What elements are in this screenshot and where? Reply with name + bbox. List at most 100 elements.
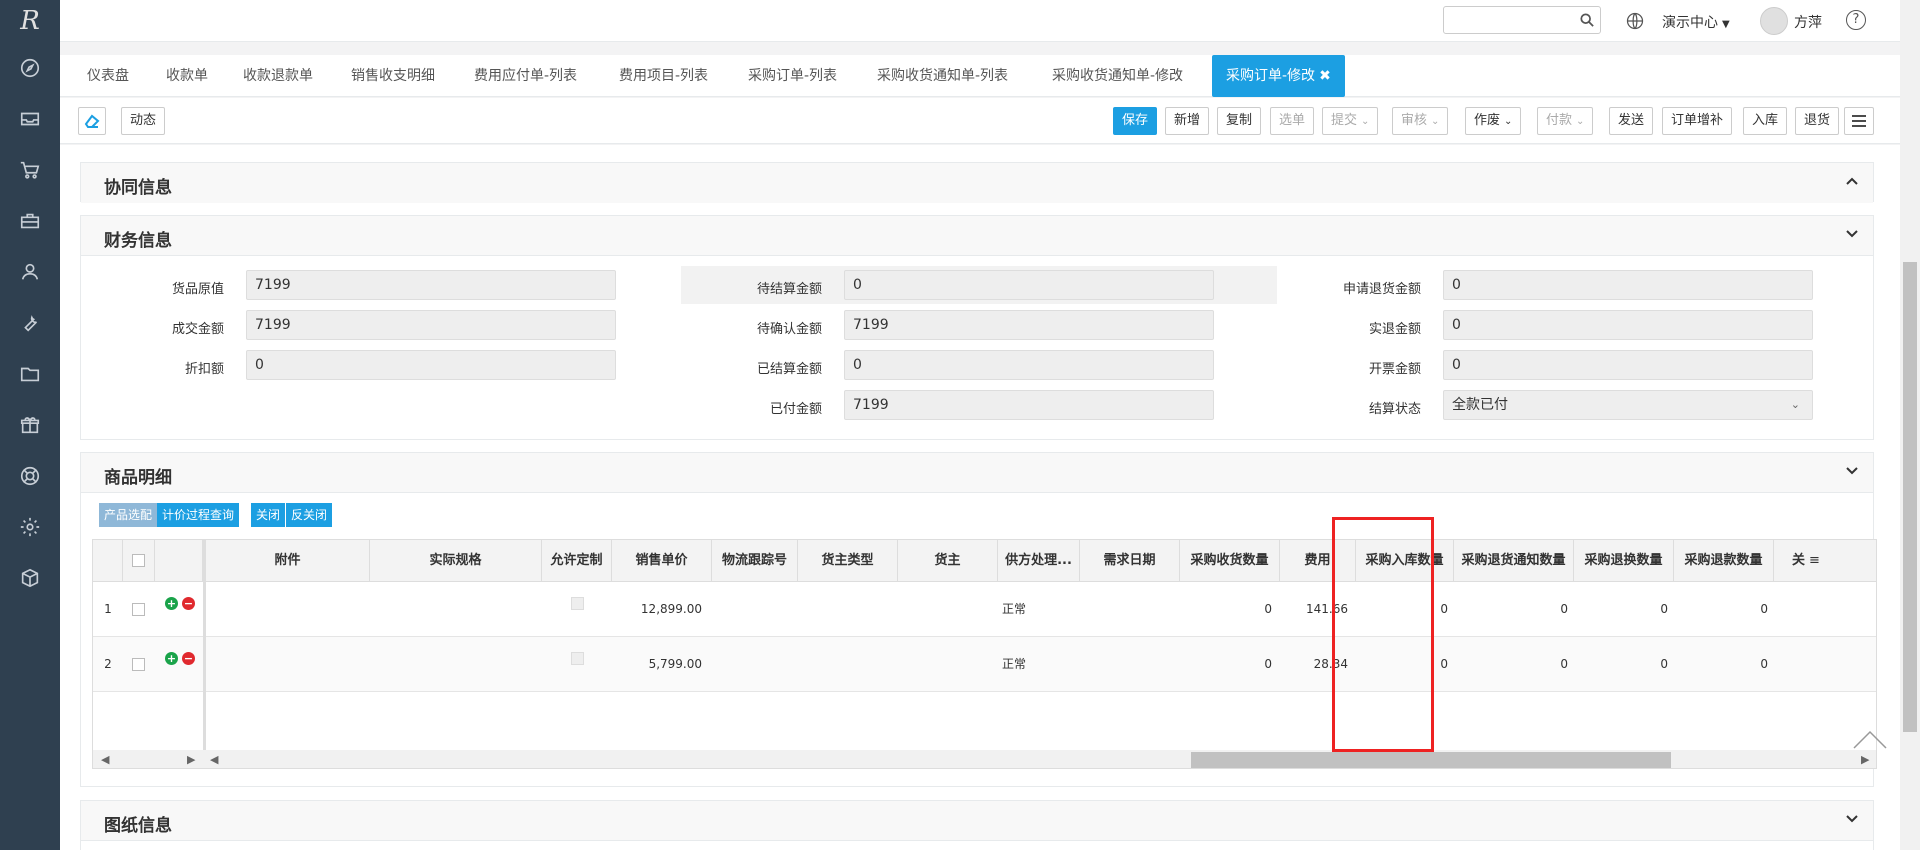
add-row-icon[interactable]: +	[165, 597, 178, 610]
exchange-qty-cell[interactable]: 0	[1574, 582, 1668, 637]
close-icon[interactable]: ✖	[1319, 68, 1331, 84]
col-header[interactable]: 实际规格	[370, 540, 542, 582]
chevron-down-icon[interactable]	[1845, 812, 1859, 826]
col-header[interactable]: 采购退货通知数量	[1454, 540, 1574, 582]
scroll-right-icon[interactable]: ▶	[1861, 753, 1869, 766]
tab-sales-detail[interactable]: 销售收支明细	[351, 55, 435, 97]
dynamic-button[interactable]: 动态	[121, 107, 166, 135]
select-all-checkbox[interactable]	[132, 554, 145, 567]
horizontal-scrollbar[interactable]: ◀ ▶ ◀ ▶	[93, 750, 1876, 768]
send-button[interactable]: 发送	[1609, 107, 1654, 135]
center-menu[interactable]: 演示中心 ▼	[1662, 12, 1730, 32]
row-checkbox[interactable]	[132, 603, 145, 616]
return-request-amount-field[interactable]: 0	[1443, 270, 1813, 300]
gift-icon[interactable]	[0, 399, 60, 450]
column-menu-icon[interactable]: ≡	[1809, 553, 1820, 568]
page-vertical-scrollbar[interactable]	[1900, 0, 1920, 850]
table-row[interactable]: 1 + − 12,899.00 正常 0 141.66 0 0 0 0	[93, 582, 1876, 637]
select-button[interactable]: 选单	[1270, 107, 1315, 135]
gear-icon[interactable]	[0, 501, 60, 552]
void-dropdown[interactable]: 作废 ⌄	[1465, 107, 1522, 135]
actual-refund-field[interactable]: 0	[1443, 310, 1813, 340]
col-header[interactable]: 货主类型	[798, 540, 898, 582]
col-header[interactable]: 物流跟踪号	[712, 540, 798, 582]
tab-receipt-notice-list[interactable]: 采购收货通知单-列表	[877, 55, 1008, 97]
collab-panel-header[interactable]: 协同信息	[81, 163, 1873, 203]
pending-confirm-field[interactable]: 7199	[844, 310, 1214, 340]
goods-original-value-field[interactable]: 7199	[246, 270, 616, 300]
refund-qty-cell[interactable]: 0	[1674, 582, 1768, 637]
received-qty-cell[interactable]: 0	[1180, 582, 1272, 637]
tab-receipt[interactable]: 收款单	[166, 55, 208, 97]
submit-dropdown[interactable]: 提交 ⌄	[1322, 107, 1379, 135]
tab-dashboard[interactable]: 仪表盘	[87, 55, 129, 97]
user-icon[interactable]	[0, 246, 60, 297]
search-input[interactable]	[1443, 6, 1601, 34]
app-logo[interactable]: R	[0, 0, 60, 42]
return-button[interactable]: 退货	[1795, 107, 1840, 135]
payment-dropdown[interactable]: 付款 ⌄	[1537, 107, 1594, 135]
pending-settlement-field[interactable]: 0	[844, 270, 1214, 300]
copy-button[interactable]: 复制	[1217, 107, 1262, 135]
add-button[interactable]: 新增	[1165, 107, 1210, 135]
drawings-panel-header[interactable]: 图纸信息	[81, 801, 1873, 841]
col-header[interactable]: 关 ≡	[1774, 540, 1876, 582]
chevron-down-icon[interactable]	[1845, 464, 1859, 478]
col-header[interactable]: 销售单价	[612, 540, 712, 582]
sale-price-cell[interactable]: 12,899.00	[612, 582, 702, 637]
received-qty-cell[interactable]: 0	[1180, 637, 1272, 692]
lifebuoy-icon[interactable]	[0, 450, 60, 501]
col-header[interactable]: 供方处理...	[998, 540, 1080, 582]
warehouse-in-button[interactable]: 入库	[1743, 107, 1788, 135]
eraser-button[interactable]	[78, 107, 106, 135]
tab-receipt-notice-edit[interactable]: 采购收货通知单-修改	[1052, 55, 1183, 97]
settlement-status-select[interactable]: 全款已付 ⌄	[1443, 390, 1813, 420]
delete-row-icon[interactable]: −	[182, 597, 195, 610]
scrollbar-thumb[interactable]	[1903, 262, 1917, 732]
back-to-top-icon[interactable]	[1852, 728, 1888, 752]
scroll-left-icon[interactable]: ◀	[101, 753, 109, 766]
invoice-amount-field[interactable]: 0	[1443, 350, 1813, 380]
audit-dropdown[interactable]: 审核 ⌄	[1392, 107, 1449, 135]
col-header[interactable]: 采购退款数量	[1674, 540, 1774, 582]
supplier-status-cell[interactable]: 正常	[1002, 582, 1080, 637]
supplier-status-cell[interactable]: 正常	[1002, 637, 1080, 692]
goods-panel-header[interactable]: 商品明细	[81, 453, 1873, 493]
return-notice-qty-cell[interactable]: 0	[1454, 637, 1568, 692]
search-icon[interactable]	[1580, 13, 1594, 27]
briefcase-icon[interactable]	[0, 195, 60, 246]
tab-purchase-order-list[interactable]: 采购订单-列表	[748, 55, 837, 97]
order-supplement-button[interactable]: 订单增补	[1662, 107, 1733, 135]
cart-icon[interactable]	[0, 144, 60, 195]
help-icon[interactable]: ?	[1846, 10, 1866, 30]
close-row-button[interactable]: 关闭	[251, 503, 286, 527]
save-button[interactable]: 保存	[1113, 107, 1158, 135]
compass-icon[interactable]	[0, 42, 60, 93]
col-header[interactable]: 采购收货数量	[1180, 540, 1280, 582]
inbox-icon[interactable]	[0, 93, 60, 144]
scroll-left-icon[interactable]: ◀	[210, 753, 218, 766]
allow-custom-checkbox[interactable]	[571, 597, 584, 610]
exchange-qty-cell[interactable]: 0	[1574, 637, 1668, 692]
pricing-query-button[interactable]: 计价过程查询	[157, 503, 240, 527]
finance-panel-header[interactable]: 财务信息	[81, 216, 1873, 256]
refund-qty-cell[interactable]: 0	[1674, 637, 1768, 692]
wrench-icon[interactable]	[0, 297, 60, 348]
row-checkbox[interactable]	[132, 658, 145, 671]
paid-amount-field[interactable]: 7199	[844, 390, 1214, 420]
reopen-row-button[interactable]: 反关闭	[286, 503, 333, 527]
col-header[interactable]: 附件	[206, 540, 370, 582]
tab-expense-items[interactable]: 费用项目-列表	[619, 55, 708, 97]
col-header[interactable]: 允许定制	[542, 540, 612, 582]
folder-icon[interactable]	[0, 348, 60, 399]
deal-amount-field[interactable]: 7199	[246, 310, 616, 340]
col-header[interactable]: 需求日期	[1080, 540, 1180, 582]
col-header[interactable]: 采购退换数量	[1574, 540, 1674, 582]
user-name[interactable]: 方萍	[1794, 12, 1822, 32]
discount-field[interactable]: 0	[246, 350, 616, 380]
allow-custom-checkbox[interactable]	[571, 652, 584, 665]
scrollbar-thumb[interactable]	[1191, 752, 1671, 768]
add-row-icon[interactable]: +	[165, 652, 178, 665]
avatar[interactable]	[1760, 7, 1788, 35]
chevron-up-icon[interactable]	[1845, 174, 1859, 188]
